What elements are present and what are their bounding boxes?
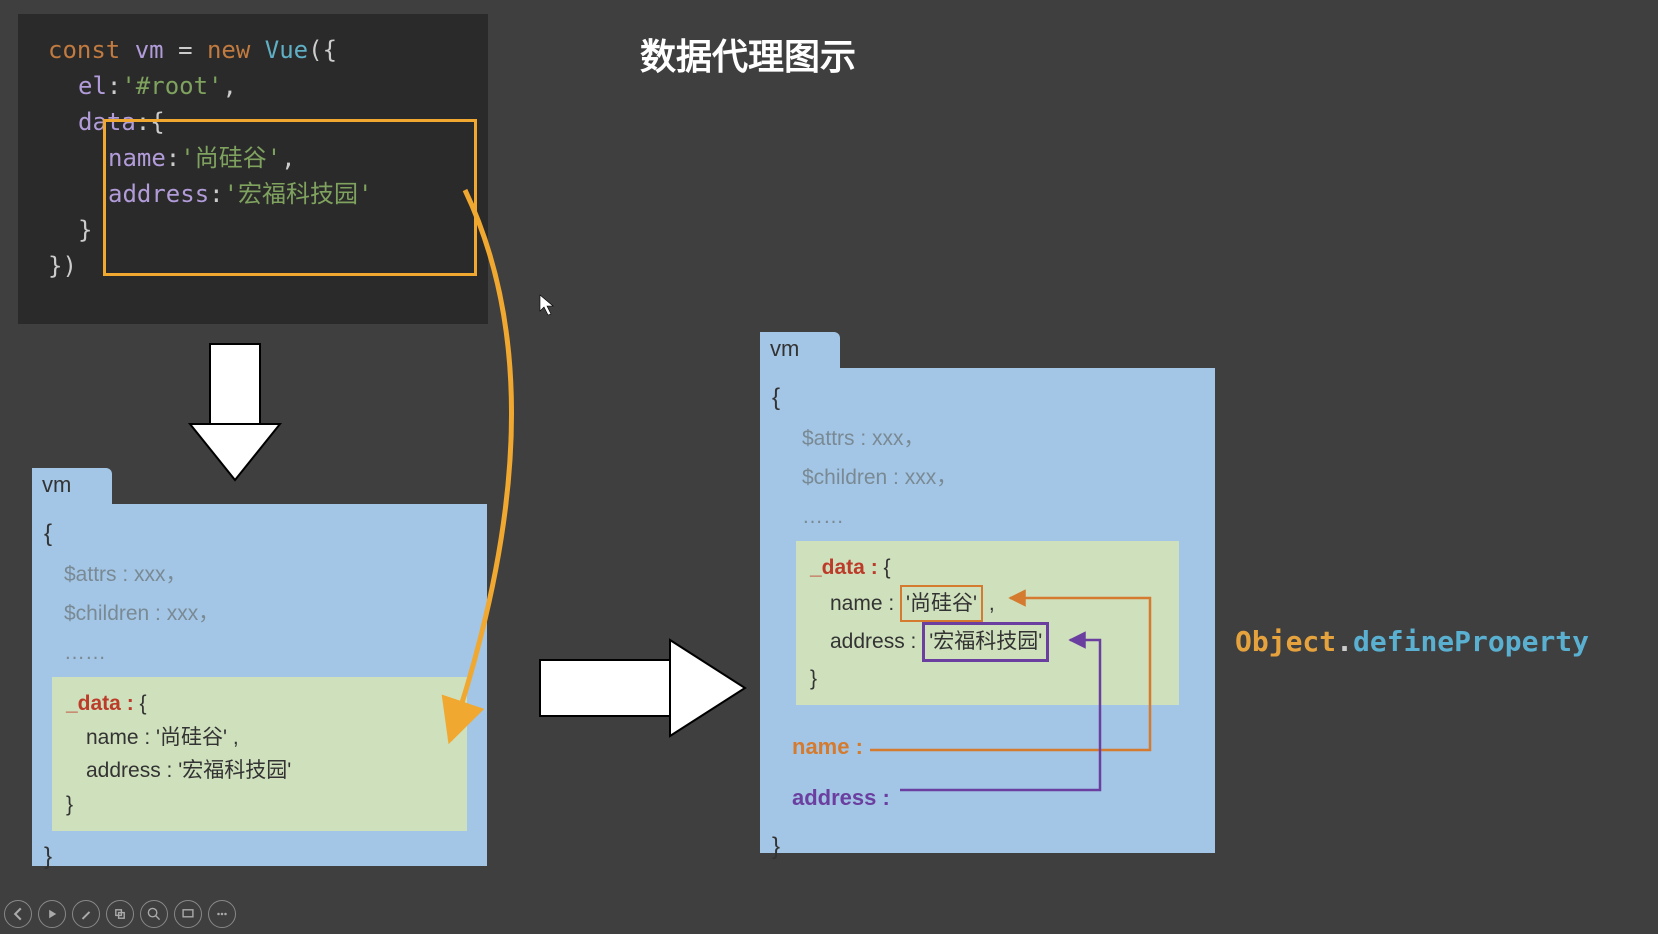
arrow-down-white — [190, 344, 280, 480]
data-key-l: _data : — [66, 692, 134, 715]
data-open-l: { — [140, 692, 147, 715]
eq: = — [178, 36, 192, 64]
arrow-right-white — [540, 640, 745, 736]
prop-address: address — [108, 180, 209, 208]
children-r: $children : xxx， — [772, 459, 1203, 498]
more-button[interactable] — [208, 900, 236, 928]
val-name: '尚硅谷' — [180, 144, 281, 172]
kw-const: const — [48, 36, 120, 64]
presentation-toolbar — [4, 900, 236, 928]
code-block: const vm = new Vue({ el:'#root', data:{ … — [18, 14, 488, 324]
d-addr-val-l: '宏福科技园' — [178, 759, 291, 782]
odp-method: defineProperty — [1353, 625, 1589, 658]
data-close-l: } — [66, 793, 73, 816]
d-name-val-r: '尚硅谷' — [900, 585, 983, 623]
attrs-r: $attrs : xxx， — [772, 420, 1203, 459]
data-inner-right: _data : { name : '尚硅谷' , address : '宏福科技… — [796, 541, 1179, 705]
vm-box-left: vm { $attrs : xxx， $children : xxx， …… _… — [32, 504, 487, 866]
attrs-l: $attrs : xxx， — [44, 556, 475, 595]
cls-vue: Vue — [265, 36, 308, 64]
data-key-r: _data : — [810, 556, 878, 579]
dots-r: …… — [772, 498, 1203, 537]
d-name-val-l: '尚硅谷' — [156, 726, 227, 749]
d-addr-val-r: '宏福科技园' — [922, 622, 1049, 662]
diagram-title: 数据代理图示 — [640, 28, 856, 80]
d-name-comma-l: , — [227, 726, 239, 749]
data-open: :{ — [136, 108, 165, 136]
cursor-icon — [540, 295, 553, 315]
brace-open-r: { — [772, 376, 1203, 420]
prop-el: el — [78, 72, 107, 100]
var-vm: vm — [135, 36, 164, 64]
pen-button[interactable] — [72, 900, 100, 928]
brace-close-l: } — [44, 835, 475, 879]
play-button[interactable] — [38, 900, 66, 928]
define-property-label: Object.defineProperty — [1235, 625, 1589, 658]
proxy-name: name : — [772, 727, 1203, 768]
val-address: '宏福科技园' — [224, 180, 373, 208]
d-name-comma-r: , — [983, 592, 995, 615]
vm-box-right: vm { $attrs : xxx， $children : xxx， …… _… — [760, 368, 1215, 853]
slides-button[interactable] — [106, 900, 134, 928]
brace-close-r: } — [772, 825, 1203, 869]
vm-tab-right: vm — [760, 332, 840, 368]
prop-name: name — [108, 144, 166, 172]
d-addr-key-l: address : — [86, 759, 172, 782]
dots-l: …… — [44, 634, 475, 673]
prop-data: data — [78, 108, 136, 136]
kw-new: new — [207, 36, 250, 64]
screen-button[interactable] — [174, 900, 202, 928]
d-name-key-r: name : — [830, 592, 894, 615]
data-inner-left: _data : { name : '尚硅谷' , address : '宏福科技… — [52, 677, 467, 831]
proxy-address: address : — [772, 778, 1203, 819]
odp-dot: . — [1336, 625, 1353, 658]
data-close-r: } — [810, 667, 817, 690]
brace-open-l: { — [44, 512, 475, 556]
children-l: $children : xxx， — [44, 595, 475, 634]
vm-tab-left: vm — [32, 468, 112, 504]
data-open-r: { — [884, 556, 891, 579]
val-el: '#root' — [121, 72, 222, 100]
close-paren: }) — [48, 252, 77, 280]
odp-obj: Object — [1235, 625, 1336, 658]
d-name-key-l: name : — [86, 726, 150, 749]
open-paren: ({ — [308, 36, 337, 64]
prev-button[interactable] — [4, 900, 32, 928]
data-close: } — [78, 216, 92, 244]
zoom-button[interactable] — [140, 900, 168, 928]
d-addr-key-r: address : — [830, 630, 916, 653]
